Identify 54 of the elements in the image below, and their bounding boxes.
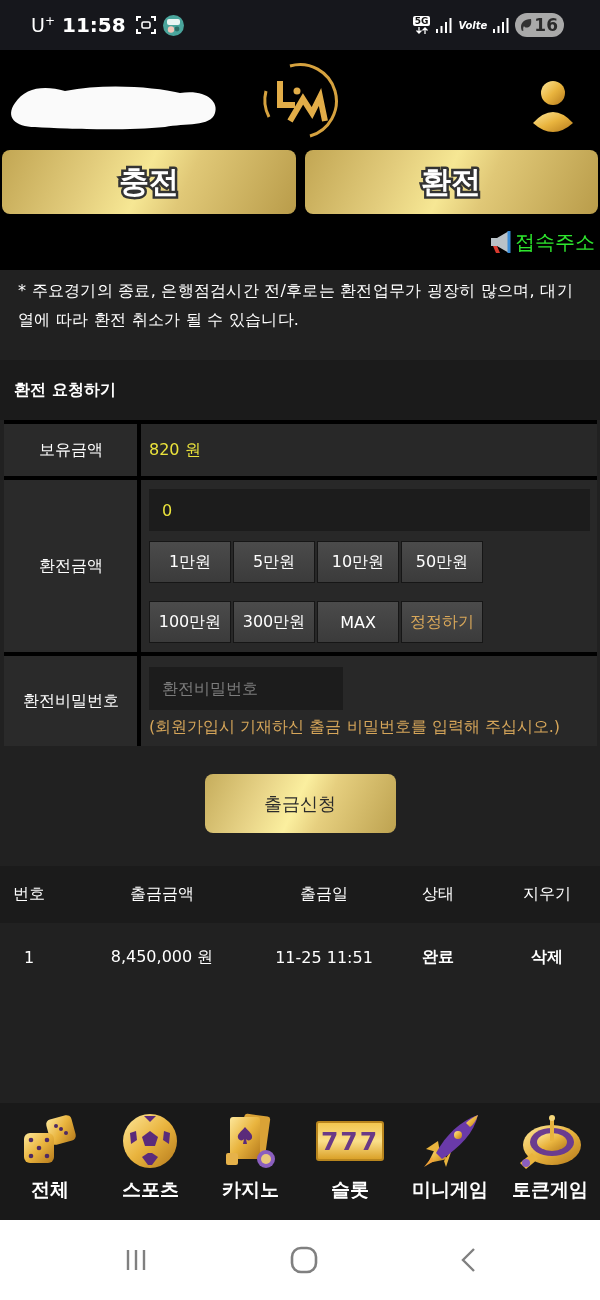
table-cell: 8,450,000 원: [110, 946, 214, 968]
reset-button[interactable]: 정정하기: [401, 601, 483, 643]
amount-button[interactable]: 50만원: [401, 541, 483, 583]
back-icon[interactable]: [460, 1247, 476, 1273]
column-header: 출금금액: [130, 884, 194, 905]
amount-button[interactable]: 300만원: [233, 601, 315, 643]
section-title: 환전 요청하기: [14, 379, 116, 401]
category-tab[interactable]: 전체: [0, 1103, 100, 1220]
category-tab[interactable]: 미니게임: [400, 1103, 500, 1220]
data-arrows-icon: [414, 27, 429, 34]
amount-button[interactable]: 5만원: [233, 541, 315, 583]
withdraw-button[interactable]: 출금신청: [204, 774, 396, 833]
soccer-ball-icon: [122, 1113, 178, 1169]
category-tab[interactable]: 777 슬롯: [300, 1103, 400, 1220]
status-text: 완료: [422, 946, 454, 968]
recent-apps-icon[interactable]: [124, 1248, 148, 1272]
category-tab[interactable]: 스포츠: [100, 1103, 200, 1220]
category-tab[interactable]: 카지노: [200, 1103, 300, 1220]
clock-time: 11:58: [62, 13, 126, 37]
carrier-name: U$^{+}$: [31, 13, 55, 37]
field-label: 보유금액: [4, 424, 137, 476]
table-cell: 11-25 11:51: [275, 947, 373, 967]
column-header: 번호: [13, 884, 45, 905]
megaphone-icon: [488, 230, 514, 254]
amount-button[interactable]: 1만원: [149, 541, 231, 583]
category-tab[interactable]: 토큰게임: [500, 1103, 600, 1220]
column-header: 지우기: [523, 884, 571, 905]
balance-value: 820 원: [141, 424, 597, 476]
call-mode-text: Volte: [458, 19, 488, 31]
user-icon[interactable]: [531, 78, 575, 135]
screenshot-icon: [135, 16, 156, 34]
signal-icon: [436, 17, 453, 33]
ticker-text: 접속주소: [515, 228, 595, 256]
field-label: 환전비밀번호: [4, 656, 137, 746]
column-header: 출금일: [300, 884, 348, 905]
slot-reels-icon: 777: [316, 1121, 384, 1161]
notice-text: * 주요경기의 종료, 은행점검시간 전/후로는 환전업무가 굉장히 많으며, 대기열에 따라 환전 취소가 될 수 있습니다.: [18, 280, 574, 331]
roulette-wheel-icon: [518, 1113, 582, 1169]
hint-text: (회원가입시 기재하신 출금 비밀번호를 입력해 주십시오.): [149, 716, 561, 738]
password-input[interactable]: 환전비밀번호: [149, 667, 343, 710]
signal-icon: [493, 17, 510, 33]
amount-button[interactable]: 10만원: [317, 541, 399, 583]
leaf-icon: [520, 18, 533, 32]
home-icon[interactable]: [290, 1246, 318, 1274]
column-header: 상태: [422, 884, 454, 905]
field-label: 환전금액: [4, 480, 137, 652]
battery-percent: 16: [534, 15, 558, 35]
network-type: 5G: [412, 16, 431, 26]
amount-input[interactable]: 0: [149, 489, 590, 531]
amount-button[interactable]: MAX: [317, 601, 399, 643]
amount-button[interactable]: 100만원: [149, 601, 231, 643]
app-icon: [162, 14, 184, 36]
delete-link[interactable]: 삭제: [531, 946, 563, 966]
table-cell: 1: [23, 947, 35, 967]
